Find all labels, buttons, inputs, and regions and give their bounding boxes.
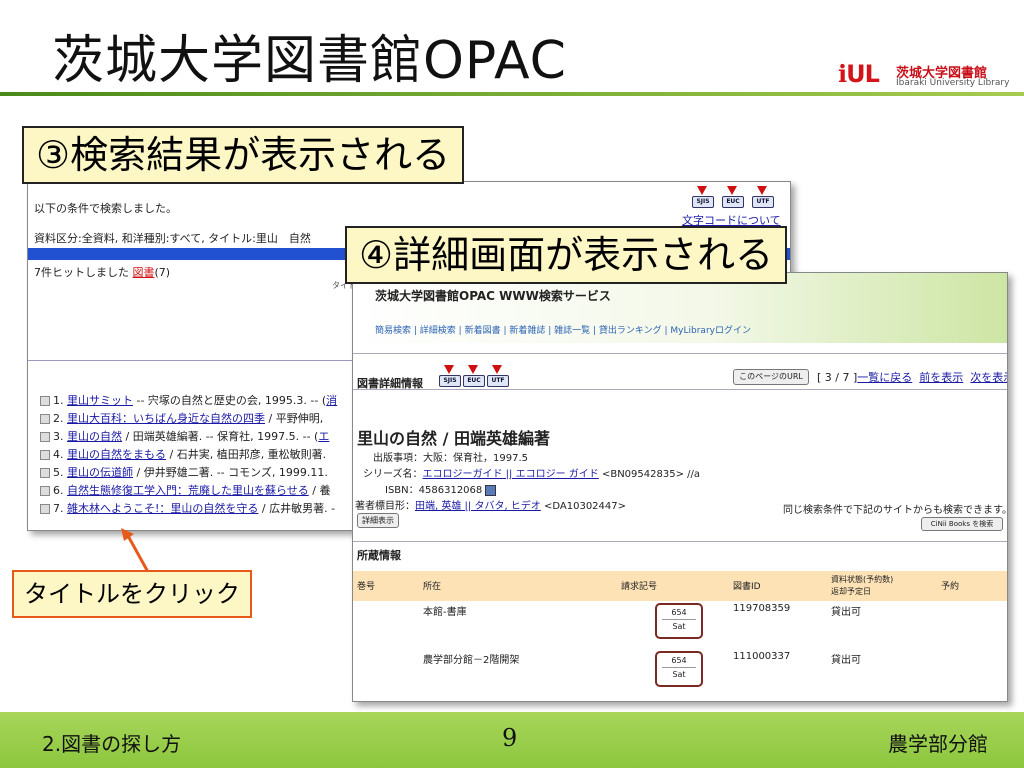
select-checkbox[interactable] — [40, 432, 50, 442]
book-title: 里山の自然 / 田端英雄編著 — [357, 429, 550, 448]
download-arrow-icon — [727, 186, 737, 195]
holding-book-id: 119708359 — [733, 603, 791, 614]
sjis-button[interactable]: SJIS — [439, 365, 461, 387]
result-title-link[interactable]: 里山サミット — [67, 394, 133, 407]
download-arrow-icon — [757, 186, 767, 195]
section-divider — [353, 389, 1007, 390]
col-location: 所在 — [423, 582, 442, 592]
back-to-list-link[interactable]: 一覧に戻る — [857, 371, 912, 384]
list-item: 7. 雑木林へようこそ!：里山の自然を守る / 広井敏男著. - — [40, 500, 335, 516]
footer-section: 2.図書の探し方 — [42, 732, 182, 756]
publication-info: 出版事項：大阪：保育社，1997.5 — [373, 453, 528, 464]
nav-mylibrary-login[interactable]: MyLibraryログイン — [670, 326, 751, 336]
call-number-label: 654 Sat — [655, 651, 703, 687]
result-title-link[interactable]: 雑木林へようこそ!：里山の自然を守る — [67, 502, 258, 515]
series-link[interactable]: エコロジーガイド || エコロジー ガイド — [423, 469, 599, 480]
nav-new-journals[interactable]: 新着雑誌 — [509, 326, 545, 336]
search-condition-intro: 以下の条件で検索しました。 — [34, 202, 177, 215]
holding-book-id: 111000337 — [733, 651, 791, 662]
page-url-button[interactable]: このページのURL — [733, 369, 809, 385]
page-number: 9 — [502, 724, 518, 752]
select-checkbox[interactable] — [40, 504, 50, 514]
hit-count: 7件ヒットしました 図書(7) — [34, 266, 171, 279]
prev-record-link[interactable]: 前を表示 — [919, 371, 963, 384]
nav-new-books[interactable]: 新着図書 — [465, 326, 501, 336]
search-condition: 資料区分:全資料, 和洋種別:すべて, タイトル:里山 自然 — [34, 232, 311, 245]
series-info: シリーズ名：エコロジーガイド || エコロジー ガイド <BN09542835>… — [363, 469, 701, 480]
download-arrow-icon — [444, 365, 454, 374]
nav-journal-list[interactable]: 雑誌一覧 — [554, 326, 590, 336]
list-item: 2. 里山大百科：いちばん身近な自然の四季 / 平野伸明, — [40, 410, 323, 426]
nav-simple-search[interactable]: 簡易検索 — [375, 326, 411, 336]
holding-status: 貸出可 — [831, 607, 861, 618]
logo-english: Ibaraki University Library — [896, 78, 1010, 88]
record-navigation: [ 3 / 7 ]一覧に戻る 前を表示 次を表示 — [817, 369, 1007, 385]
author-info: 著者標目形：田端, 英雄 || タバタ, ヒデオ <DA10302447> — [355, 501, 627, 512]
nav-loan-ranking[interactable]: 貸出ランキング — [599, 326, 662, 336]
hits-books-link[interactable]: 図書 — [133, 266, 155, 279]
select-checkbox[interactable] — [40, 468, 50, 478]
col-status: 資料状態(予約数) — [831, 575, 894, 584]
cinii-search-button[interactable]: CiNii Books を検索 — [921, 517, 1003, 531]
download-arrow-icon — [492, 365, 502, 374]
euc-button[interactable]: EUC — [722, 186, 744, 208]
list-item: 3. 里山の自然 / 田端英雄編著. -- 保育社, 1997.5. -- (エ — [40, 428, 329, 444]
result-title-link[interactable]: 里山大百科：いちばん身近な自然の四季 — [67, 412, 265, 425]
nav-advanced-search[interactable]: 詳細検索 — [420, 326, 456, 336]
col-volume: 巻号 — [357, 582, 376, 592]
logo-mark: ℹUL — [838, 60, 880, 88]
same-search-note: 同じ検索条件で下記のサイトからも検索できます。 — [783, 505, 1008, 516]
call-number-label: 654 Sat — [655, 603, 703, 639]
step3-callout: ③検索結果が表示される — [22, 126, 465, 184]
pointer-arrow-icon — [121, 528, 150, 573]
col-book-id: 図書ID — [733, 582, 761, 592]
isbn-link-icon[interactable] — [485, 484, 497, 496]
footer-branch: 農学部分館 — [888, 732, 988, 756]
holding-location: 農学部分館－2階開架 — [423, 655, 520, 666]
list-item: 6. 自然生態修復工学入門：荒廃した里山を蘇らせる / 養 — [40, 482, 330, 498]
next-record-link[interactable]: 次を表示 — [970, 371, 1007, 384]
author-link[interactable]: 田端, 英雄 || タバタ, ヒデオ — [415, 501, 541, 512]
record-position: [ 3 / 7 ] — [817, 371, 858, 384]
click-title-callout: タイトルをクリック — [12, 570, 252, 618]
book-detail-window: 茨城大学図書館OPAC WWW検索サービス 簡易検索 | 詳細検索 | 新着図書… — [352, 272, 1008, 702]
library-logo: ℹUL 茨城大学図書館 Ibaraki University Library — [838, 60, 1010, 92]
step4-callout: ④詳細画面が表示される — [345, 226, 788, 284]
download-arrow-icon — [468, 365, 478, 374]
holding-status: 貸出可 — [831, 655, 861, 666]
utf-button[interactable]: UTF — [752, 186, 774, 208]
utf-button[interactable]: UTF — [487, 365, 509, 387]
header-divider — [353, 353, 1007, 354]
section-divider — [353, 541, 1007, 542]
section-holdings: 所蔵情報 — [357, 549, 401, 562]
holding-location: 本館-書庫 — [423, 607, 467, 618]
result-title-link[interactable]: 里山の自然をまもる — [67, 448, 166, 461]
title-divider — [0, 92, 1024, 96]
sjis-button[interactable]: SJIS — [692, 186, 714, 208]
download-arrow-icon — [697, 186, 707, 195]
result-title-link[interactable]: 自然生態修復工学入門：荒廃した里山を蘇らせる — [67, 484, 309, 497]
list-item: 4. 里山の自然をまもる / 石井実, 植田邦彦, 重松敏則著. — [40, 446, 326, 462]
select-checkbox[interactable] — [40, 414, 50, 424]
list-item: 5. 里山の伝道師 / 伊井野雄二著. -- コモンズ, 1999.11. — [40, 464, 328, 480]
list-item: 1. 里山サミット -- 宍塚の自然と歴史の会, 1995.3. -- (消 — [40, 392, 337, 408]
select-checkbox[interactable] — [40, 396, 50, 406]
service-title: 茨城大学図書館OPAC WWW検索サービス — [375, 289, 611, 303]
slide-title: 茨城大学図書館OPAC — [52, 31, 567, 91]
euc-button[interactable]: EUC — [463, 365, 485, 387]
col-reserve: 予約 — [941, 582, 960, 592]
result-title-link[interactable]: 里山の自然 — [67, 430, 122, 443]
col-due-date: 返却予定日 — [831, 587, 871, 596]
opac-nav: 簡易検索 | 詳細検索 | 新着図書 | 新着雑誌 | 雑誌一覧 | 貸出ランキ… — [375, 326, 751, 336]
holdings-header — [353, 571, 1007, 601]
col-call-number: 請求記号 — [621, 582, 658, 592]
isbn-info: ISBN：4586312068 — [385, 481, 497, 496]
select-checkbox[interactable] — [40, 486, 50, 496]
result-title-link[interactable]: 里山の伝道師 — [67, 466, 133, 479]
detail-view-button[interactable]: 詳細表示 — [357, 513, 399, 528]
select-checkbox[interactable] — [40, 450, 50, 460]
